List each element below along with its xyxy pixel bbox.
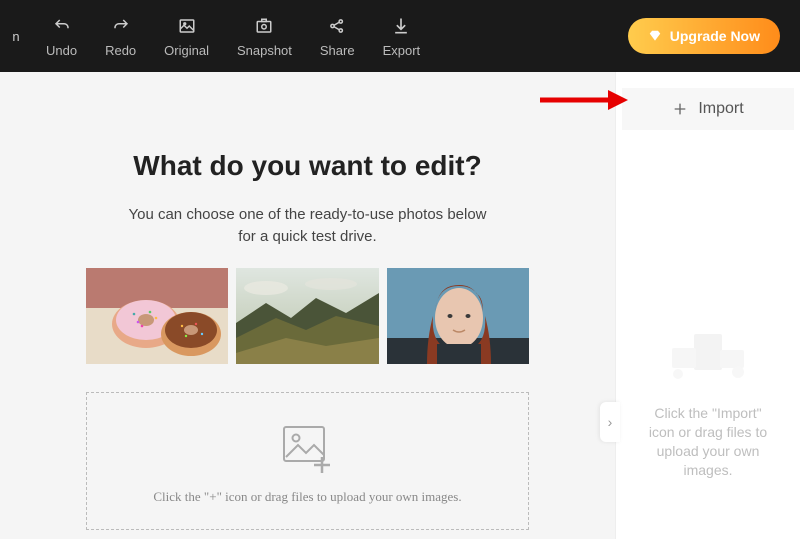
- sample-images-row: [86, 268, 529, 364]
- snapshot-label: Snapshot: [237, 43, 292, 58]
- redo-button[interactable]: Redo: [91, 9, 150, 64]
- main-area: What do you want to edit? You can choose…: [0, 72, 800, 539]
- page-subtitle: You can choose one of the ready-to-use p…: [93, 204, 523, 248]
- toolbar-buttons: Undo Redo Original Snapshot: [32, 9, 434, 64]
- share-button[interactable]: Share: [306, 9, 369, 64]
- download-icon: [391, 15, 411, 37]
- import-button[interactable]: Import: [622, 88, 794, 130]
- redo-label: Redo: [105, 43, 136, 58]
- share-label: Share: [320, 43, 355, 58]
- import-label: Import: [698, 100, 743, 118]
- subtitle-line2: for a quick test drive.: [238, 228, 376, 245]
- page-title: What do you want to edit?: [0, 150, 615, 182]
- undo-button[interactable]: Undo: [32, 9, 91, 64]
- image-icon: [177, 15, 197, 37]
- editor-canvas-pane: What do you want to edit? You can choose…: [0, 72, 615, 539]
- sidebar-empty-hint: Click the "Import" icon or drag files to…: [616, 322, 800, 480]
- sidebar-hint-text: Click the "Import" icon or drag files to…: [628, 404, 788, 480]
- snapshot-button[interactable]: Snapshot: [223, 9, 306, 64]
- original-label: Original: [164, 43, 209, 58]
- truncated-tool-label: n: [10, 29, 22, 44]
- add-image-icon: [278, 423, 338, 473]
- upload-dropzone[interactable]: Click the "+" icon or drag files to uplo…: [86, 392, 529, 530]
- sample-image-donuts[interactable]: [86, 268, 228, 364]
- export-button[interactable]: Export: [369, 9, 435, 64]
- dropzone-text: Click the "+" icon or drag files to uplo…: [97, 489, 518, 505]
- chevron-right-icon: ›: [608, 414, 613, 430]
- undo-label: Undo: [46, 43, 77, 58]
- top-toolbar: n Undo Redo Original Snaps: [0, 0, 800, 72]
- sidebar-collapse-handle[interactable]: ›: [600, 402, 620, 442]
- diamond-icon: [648, 29, 662, 43]
- empty-images-icon: [658, 322, 758, 392]
- upgrade-label: Upgrade Now: [670, 28, 760, 44]
- share-icon: [327, 15, 347, 37]
- original-button[interactable]: Original: [150, 9, 223, 64]
- camera-icon: [254, 15, 274, 37]
- sample-image-landscape[interactable]: [236, 268, 378, 364]
- subtitle-line1: You can choose one of the ready-to-use p…: [128, 206, 486, 223]
- plus-icon: [672, 101, 688, 117]
- redo-icon: [110, 15, 132, 37]
- right-sidebar: Import Click the "Import" icon or drag f…: [615, 72, 800, 539]
- export-label: Export: [383, 43, 421, 58]
- welcome-panel: What do you want to edit? You can choose…: [0, 72, 615, 530]
- sample-image-portrait[interactable]: [387, 268, 529, 364]
- upgrade-now-button[interactable]: Upgrade Now: [628, 18, 780, 54]
- annotation-arrow: [538, 88, 628, 112]
- undo-icon: [51, 15, 73, 37]
